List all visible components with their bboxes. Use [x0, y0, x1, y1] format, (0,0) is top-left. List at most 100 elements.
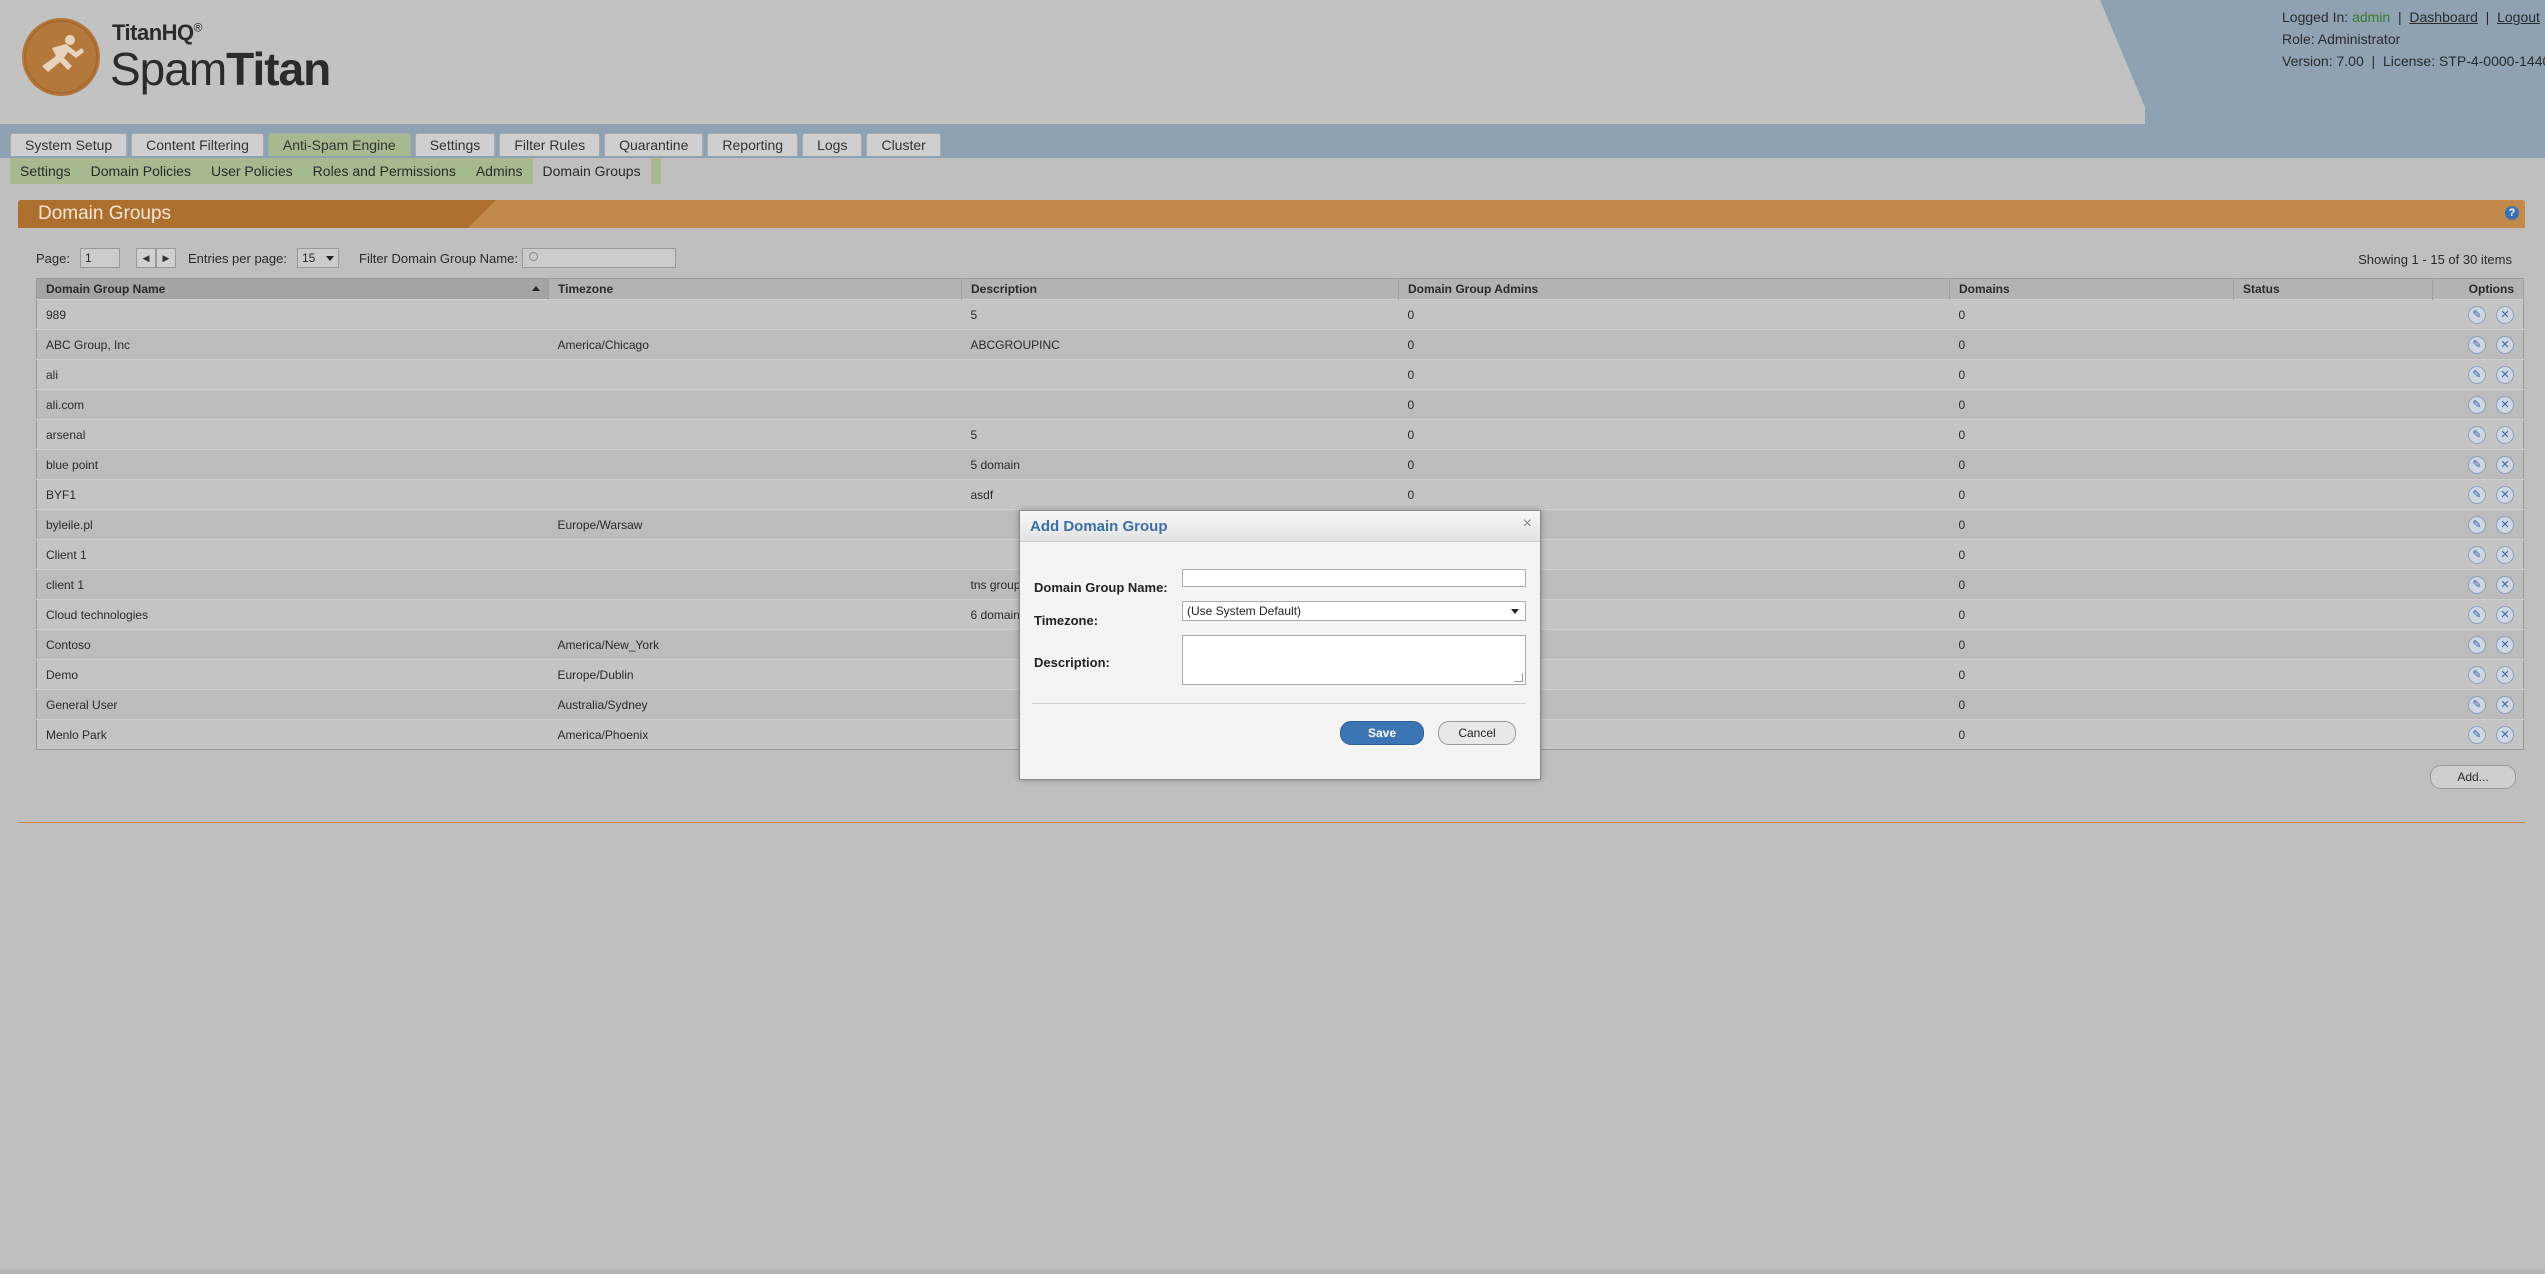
- table-cell: arsenal: [36, 419, 549, 450]
- table-cell: 0: [1949, 479, 2234, 510]
- tab-logs[interactable]: Logs: [802, 133, 863, 156]
- timezone-select[interactable]: (Use System Default): [1182, 601, 1526, 621]
- delete-icon[interactable]: ✕: [2496, 395, 2514, 414]
- column-header-name[interactable]: Domain Group Name: [36, 278, 549, 300]
- edit-icon[interactable]: ✎: [2468, 305, 2486, 324]
- edit-icon[interactable]: ✎: [2468, 695, 2486, 714]
- spamtitan-logo-icon: [22, 18, 100, 96]
- subtab-settings[interactable]: Settings: [10, 158, 81, 184]
- table-cell: 0: [1398, 299, 1950, 330]
- next-page-button[interactable]: ▶: [155, 248, 176, 268]
- delete-icon[interactable]: ✕: [2496, 455, 2514, 474]
- table-cell: 0: [1949, 689, 2234, 720]
- subtab-user-policies[interactable]: User Policies: [201, 158, 303, 184]
- table-row[interactable]: arsenal 5 0 0 ✎ ✕: [36, 419, 2524, 450]
- column-header-admins[interactable]: Domain Group Admins: [1398, 278, 1950, 300]
- tab-content-filtering[interactable]: Content Filtering: [131, 133, 264, 156]
- edit-icon[interactable]: ✎: [2468, 605, 2486, 624]
- prev-page-button[interactable]: ◀: [135, 248, 156, 268]
- edit-icon[interactable]: ✎: [2468, 545, 2486, 564]
- entries-select[interactable]: 15: [297, 248, 339, 268]
- logout-link[interactable]: Logout: [2497, 9, 2540, 25]
- column-header-options: Options: [2432, 278, 2524, 300]
- delete-icon[interactable]: ✕: [2496, 575, 2514, 594]
- table-row[interactable]: ali 0 0 ✎ ✕: [36, 359, 2524, 390]
- timezone-select-value: (Use System Default): [1187, 604, 1302, 618]
- edit-icon[interactable]: ✎: [2468, 665, 2486, 684]
- table-cell: [548, 449, 962, 480]
- delete-icon[interactable]: ✕: [2496, 485, 2514, 504]
- delete-icon[interactable]: ✕: [2496, 695, 2514, 714]
- close-icon[interactable]: ×: [1523, 515, 1532, 533]
- delete-icon[interactable]: ✕: [2496, 635, 2514, 654]
- subtab-admins[interactable]: Admins: [466, 158, 533, 184]
- page-input[interactable]: 1: [79, 248, 120, 268]
- save-button[interactable]: Save: [1340, 721, 1424, 745]
- edit-icon[interactable]: ✎: [2468, 635, 2486, 654]
- table-row[interactable]: 989 5 0 0 ✎ ✕: [36, 299, 2524, 330]
- sub-tabs: Settings Domain Policies User Policies R…: [10, 158, 661, 184]
- dashboard-link[interactable]: Dashboard: [2409, 9, 2478, 25]
- table-row[interactable]: ali.com 0 0 ✎ ✕: [36, 389, 2524, 420]
- edit-icon[interactable]: ✎: [2468, 425, 2486, 444]
- tab-reporting[interactable]: Reporting: [707, 133, 799, 156]
- edit-icon[interactable]: ✎: [2468, 575, 2486, 594]
- row-options: ✎ ✕: [2432, 659, 2524, 690]
- column-header-domains[interactable]: Domains: [1949, 278, 2234, 300]
- edit-icon[interactable]: ✎: [2468, 365, 2486, 384]
- edit-icon[interactable]: ✎: [2468, 485, 2486, 504]
- delete-icon[interactable]: ✕: [2496, 305, 2514, 324]
- table-cell: 0: [1949, 539, 2234, 570]
- table-cell: 0: [1398, 359, 1950, 390]
- column-header-status[interactable]: Status: [2233, 278, 2433, 300]
- tab-quarantine[interactable]: Quarantine: [604, 133, 704, 156]
- table-cell: 0: [1949, 419, 2234, 450]
- delete-icon[interactable]: ✕: [2496, 725, 2514, 744]
- subtab-domain-groups[interactable]: Domain Groups: [532, 158, 651, 184]
- table-cell: 0: [1398, 329, 1950, 360]
- tab-filter-rules[interactable]: Filter Rules: [499, 133, 601, 156]
- edit-icon[interactable]: ✎: [2468, 335, 2486, 354]
- column-header-timezone[interactable]: Timezone: [548, 278, 962, 300]
- table-cell: 0: [1398, 449, 1950, 480]
- filter-input[interactable]: [521, 248, 676, 268]
- tab-anti-spam-engine[interactable]: Anti-Spam Engine: [267, 133, 411, 156]
- delete-icon[interactable]: ✕: [2496, 425, 2514, 444]
- table-row[interactable]: BYF1 asdf 0 0 ✎ ✕: [36, 479, 2524, 510]
- subtab-domain-policies[interactable]: Domain Policies: [81, 158, 201, 184]
- table-cell: [548, 359, 962, 390]
- delete-icon[interactable]: ✕: [2496, 545, 2514, 564]
- table-cell: Contoso: [36, 629, 549, 660]
- subtab-roles-permissions[interactable]: Roles and Permissions: [303, 158, 466, 184]
- cancel-button[interactable]: Cancel: [1438, 721, 1516, 745]
- table-row[interactable]: ABC Group, Inc America/Chicago ABCGROUPINC…: [36, 329, 2524, 360]
- table-cell: [548, 299, 962, 330]
- description-textarea[interactable]: [1182, 635, 1526, 685]
- table-cell: 5: [961, 299, 1399, 330]
- edit-icon[interactable]: ✎: [2468, 455, 2486, 474]
- domain-group-name-input[interactable]: [1182, 569, 1526, 587]
- table-cell: 5 domain: [961, 449, 1399, 480]
- edit-icon[interactable]: ✎: [2468, 725, 2486, 744]
- table-row[interactable]: blue point 5 domain 0 0 ✎ ✕: [36, 449, 2524, 480]
- delete-icon[interactable]: ✕: [2496, 365, 2514, 384]
- column-header-description[interactable]: Description: [961, 278, 1399, 300]
- tab-cluster[interactable]: Cluster: [866, 133, 941, 156]
- add-button[interactable]: Add...: [2430, 765, 2516, 789]
- delete-icon[interactable]: ✕: [2496, 605, 2514, 624]
- help-icon[interactable]: ?: [2505, 206, 2519, 220]
- main-tabs: System Setup Content Filtering Anti-Spam…: [10, 133, 941, 156]
- tab-system-setup[interactable]: System Setup: [10, 133, 128, 156]
- delete-icon[interactable]: ✕: [2496, 515, 2514, 534]
- edit-icon[interactable]: ✎: [2468, 395, 2486, 414]
- resize-handle-icon[interactable]: [1514, 673, 1523, 682]
- entries-label: Entries per page:: [187, 250, 287, 266]
- delete-icon[interactable]: ✕: [2496, 335, 2514, 354]
- header-slant-decoration: [2100, 0, 2152, 124]
- edit-icon[interactable]: ✎: [2468, 515, 2486, 534]
- sort-asc-icon: [532, 286, 540, 291]
- table-cell: blue point: [36, 449, 549, 480]
- tab-settings[interactable]: Settings: [414, 133, 496, 156]
- delete-icon[interactable]: ✕: [2496, 665, 2514, 684]
- table-cell: [548, 389, 962, 420]
